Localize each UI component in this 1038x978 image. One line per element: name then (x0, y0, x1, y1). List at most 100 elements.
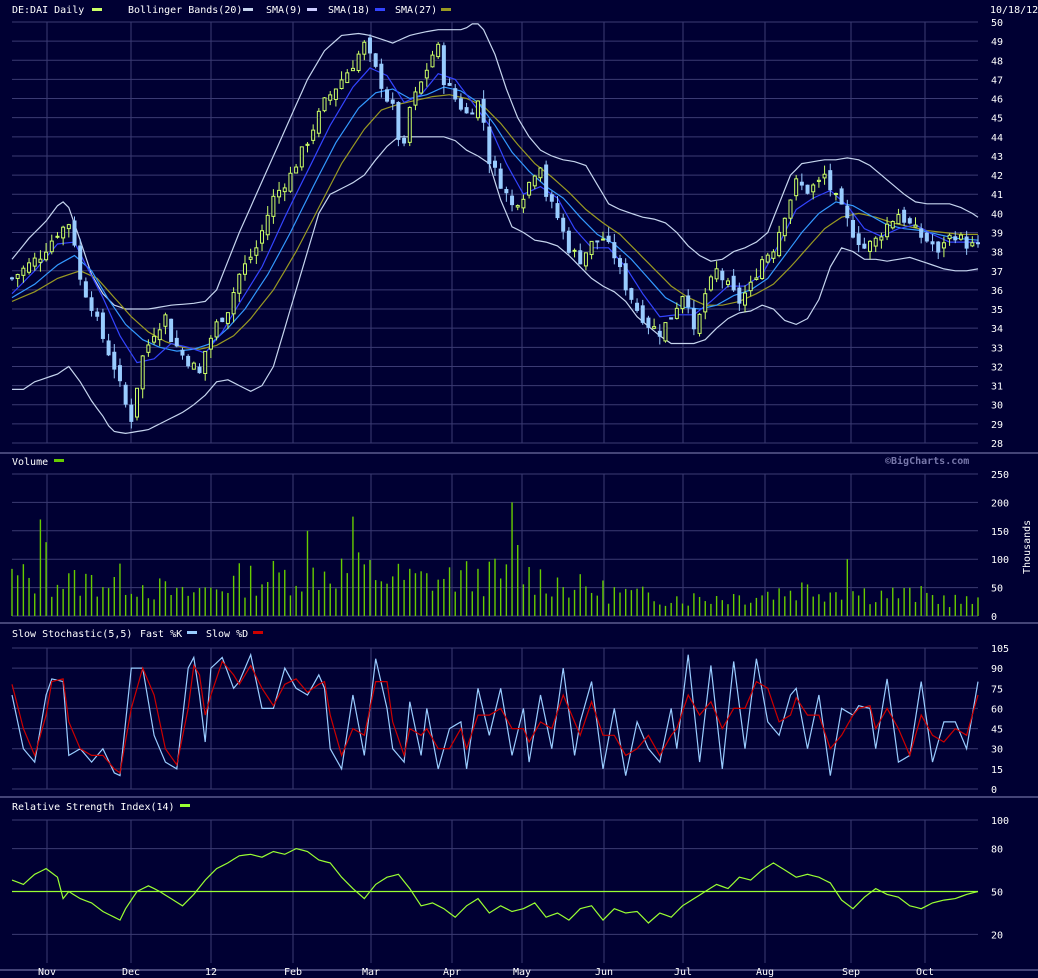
candle-body (390, 99, 395, 104)
candle-body (458, 98, 463, 110)
candle-body (743, 292, 748, 306)
stochastic-label: Slow Stochastic(5,5) (12, 629, 132, 640)
candle-body (350, 67, 355, 72)
volume-label: Volume (12, 457, 48, 468)
candle-body (299, 146, 304, 168)
candle-body (845, 205, 850, 219)
candle-body (129, 404, 134, 422)
candle-body (907, 218, 912, 224)
month-label: 12 (205, 967, 217, 978)
candle-body (436, 43, 441, 58)
candle-body (32, 257, 37, 267)
candle-body (100, 312, 105, 339)
candle-body (470, 112, 475, 115)
candle-body (260, 230, 265, 244)
candle-body (396, 101, 401, 140)
price-axis-tick: 48 (991, 56, 1003, 67)
price-axis-tick: 33 (991, 343, 1003, 354)
candle-body (788, 199, 793, 219)
candle-body (936, 241, 941, 253)
symbol-label: DE:DAI Daily (12, 5, 84, 16)
candle-body (561, 217, 566, 232)
price-axis-tick: 38 (991, 248, 1003, 259)
candle-body (61, 226, 66, 239)
month-label: Apr (443, 967, 461, 978)
candle-body (333, 88, 338, 100)
candle-body (515, 205, 520, 208)
candle-body (896, 214, 901, 225)
candle-body (708, 276, 713, 291)
month-label: Oct (916, 967, 934, 978)
candle-body (572, 249, 577, 252)
slow-d-legend-swatch (253, 631, 263, 634)
chart-date: 10/18/12 (990, 5, 1038, 16)
candle-body (686, 295, 691, 308)
candle-body (402, 137, 407, 144)
candle-body (15, 273, 20, 279)
candle-body (10, 277, 14, 280)
candle-body (345, 72, 350, 84)
month-label: Sep (842, 967, 860, 978)
candle-body (856, 233, 861, 246)
month-label: Aug (756, 967, 774, 978)
candle-body (976, 242, 980, 245)
volume-axis-tick: 100 (991, 555, 1009, 566)
candle-body (828, 170, 833, 191)
month-label: Nov (38, 967, 56, 978)
candle-body (117, 365, 122, 382)
candle-body (629, 288, 634, 300)
price-axis-tick: 42 (991, 171, 1003, 182)
candle-body (606, 235, 611, 243)
candle-body (225, 312, 230, 324)
candle-body (947, 234, 952, 240)
candle-body (890, 220, 895, 229)
candle-body (600, 238, 605, 241)
candle-body (612, 242, 617, 259)
candle-body (748, 281, 753, 292)
candle-body (180, 349, 185, 356)
candle-body (174, 337, 179, 347)
candle-body (850, 219, 855, 238)
volume-axis-tick: 150 (991, 527, 1009, 538)
fast-k-label: Fast %K (140, 629, 182, 640)
price-axis-tick: 45 (991, 114, 1003, 125)
candle-body (868, 240, 873, 252)
candle-body (816, 179, 821, 182)
candle-body (146, 344, 151, 353)
candle-body (919, 228, 924, 238)
stochastic-axis-tick: 90 (991, 664, 1003, 675)
candle-body (373, 53, 378, 67)
price-axis-tick: 34 (991, 324, 1003, 335)
candle-body (544, 164, 549, 197)
candle-body (135, 387, 140, 418)
price-axis-tick: 41 (991, 190, 1003, 201)
candle-body (725, 280, 730, 285)
watermark: ©BigCharts.com (885, 455, 969, 467)
candle-body (305, 143, 310, 146)
price-axis-tick: 43 (991, 152, 1003, 163)
candle-body (214, 321, 219, 338)
candle-body (385, 89, 390, 102)
candle-body (930, 241, 935, 245)
candle-body (220, 317, 225, 323)
candle-body (379, 63, 384, 89)
candle-body (95, 311, 100, 317)
price-axis-tick: 40 (991, 209, 1003, 220)
candle-body (453, 88, 458, 100)
candle-body (186, 355, 191, 367)
volume-axis-tick: 250 (991, 470, 1009, 481)
price-axis-tick: 49 (991, 37, 1003, 48)
price-axis-tick: 46 (991, 95, 1003, 106)
month-label: Jul (674, 967, 692, 978)
candle-body (589, 240, 594, 256)
candle-body (646, 317, 651, 328)
candle-body (527, 181, 532, 196)
stock-chart: DE:DAI Daily Bollinger Bands(20) SMA(9) … (0, 0, 1038, 978)
candle-body (72, 220, 77, 246)
volume-legend-swatch (54, 459, 64, 462)
candle-body (941, 242, 946, 249)
candle-body (123, 384, 128, 405)
candle-body (475, 100, 480, 119)
candle-body (169, 318, 174, 343)
candle-body (924, 232, 929, 242)
